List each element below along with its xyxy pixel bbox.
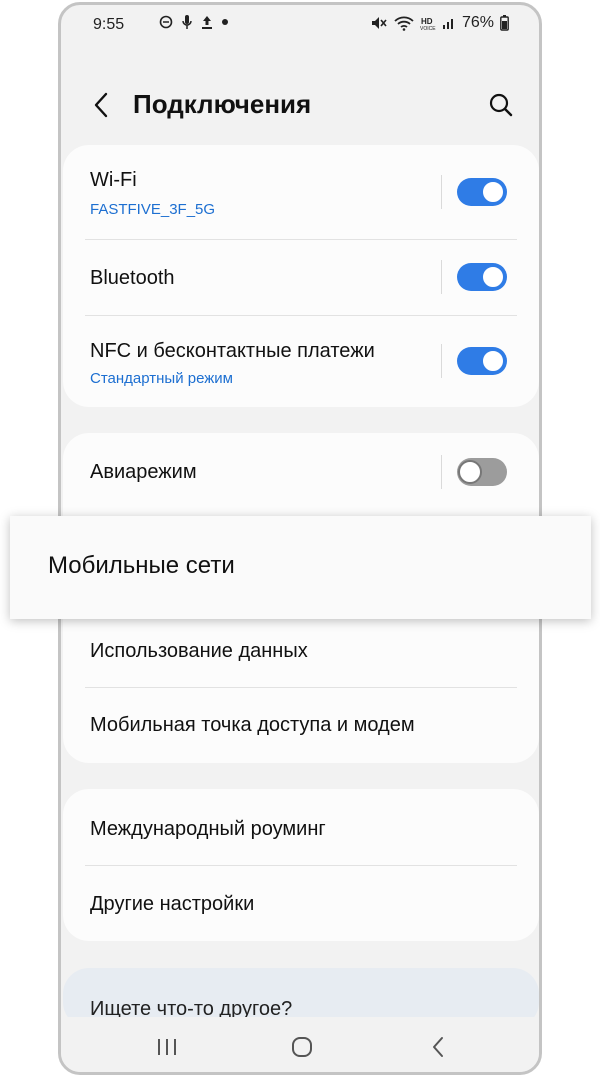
hotspot-row[interactable]: Мобильная точка доступа и модем — [63, 688, 539, 763]
recents-icon — [158, 1039, 176, 1055]
airplane-title: Авиарежим — [90, 461, 197, 483]
wifi-title: Wi-Fi — [90, 169, 137, 191]
mobile-networks-row[interactable]: Мобильные сети — [10, 516, 591, 619]
navigation-bar — [61, 1017, 539, 1072]
dot-icon — [222, 19, 228, 25]
wifi-network-name: FASTFIVE_3F_5G — [90, 201, 216, 218]
status-time: 9:55 — [93, 16, 125, 33]
wifi-row[interactable]: Wi-Fi FASTFIVE_3F_5G — [63, 145, 539, 239]
row-separator — [441, 344, 442, 378]
bluetooth-row[interactable]: Bluetooth — [63, 240, 539, 316]
bluetooth-title: Bluetooth — [90, 267, 175, 289]
row-separator — [441, 455, 442, 489]
toggle-knob — [481, 180, 505, 204]
toggle-knob — [458, 460, 482, 484]
chevron-left-icon — [94, 92, 108, 118]
svg-text:HD: HD — [421, 17, 433, 26]
connectivity-card: Wi-Fi FASTFIVE_3F_5G Bluetooth NFC и бес… — [63, 145, 539, 407]
status-bar: 9:55 HD VOICE 76% — [61, 5, 539, 45]
back-icon — [433, 1037, 443, 1057]
nfc-toggle[interactable] — [457, 347, 507, 375]
page-title: Подключения — [133, 89, 312, 119]
mic-icon — [182, 15, 192, 29]
status-left-icons — [159, 14, 229, 30]
airplane-row[interactable]: Авиарежим — [63, 433, 539, 509]
data-usage-row[interactable]: Использование данных — [63, 623, 539, 687]
app-header: Подключения — [61, 75, 539, 135]
other-settings-title: Другие настройки — [90, 893, 255, 915]
row-separator — [441, 175, 442, 209]
minus-circle-icon — [159, 15, 173, 29]
mobile-networks-title: Мобильные сети — [48, 552, 235, 579]
back-button[interactable] — [83, 87, 119, 123]
more-card: Международный роуминг Другие настройки — [63, 789, 539, 941]
home-icon — [292, 1037, 312, 1057]
mute-icon — [371, 17, 387, 29]
svg-text:VOICE: VOICE — [420, 26, 436, 31]
wifi-toggle[interactable] — [457, 178, 507, 206]
other-settings-row[interactable]: Другие настройки — [63, 866, 539, 941]
upload-icon — [202, 16, 212, 29]
row-separator — [441, 260, 442, 294]
hd-voice-icon: HDVOICE — [420, 17, 436, 31]
nav-back-button[interactable] — [423, 1033, 453, 1061]
nfc-mode: Стандартный режим — [90, 370, 233, 387]
recents-button[interactable] — [152, 1033, 182, 1061]
roaming-title: Международный роуминг — [90, 818, 326, 840]
roaming-row[interactable]: Международный роуминг — [63, 789, 539, 865]
search-icon — [489, 93, 513, 117]
nfc-title: NFC и бесконтактные платежи — [90, 340, 375, 362]
toggle-knob — [481, 265, 505, 289]
search-button[interactable] — [483, 87, 519, 123]
battery-percent: 76% — [461, 14, 494, 31]
toggle-knob — [481, 349, 505, 373]
bluetooth-toggle[interactable] — [457, 263, 507, 291]
wifi-icon — [394, 16, 414, 31]
home-button[interactable] — [287, 1033, 317, 1061]
nfc-row[interactable]: NFC и бесконтактные платежи Стандартный … — [63, 316, 539, 407]
signal-icon — [442, 19, 453, 29]
data-usage-title: Использование данных — [90, 640, 308, 662]
status-right-icons: HD VOICE 76% — [370, 14, 509, 32]
airplane-toggle[interactable] — [457, 458, 507, 486]
battery-icon — [500, 15, 509, 31]
hotspot-title: Мобильная точка доступа и модем — [90, 714, 415, 736]
